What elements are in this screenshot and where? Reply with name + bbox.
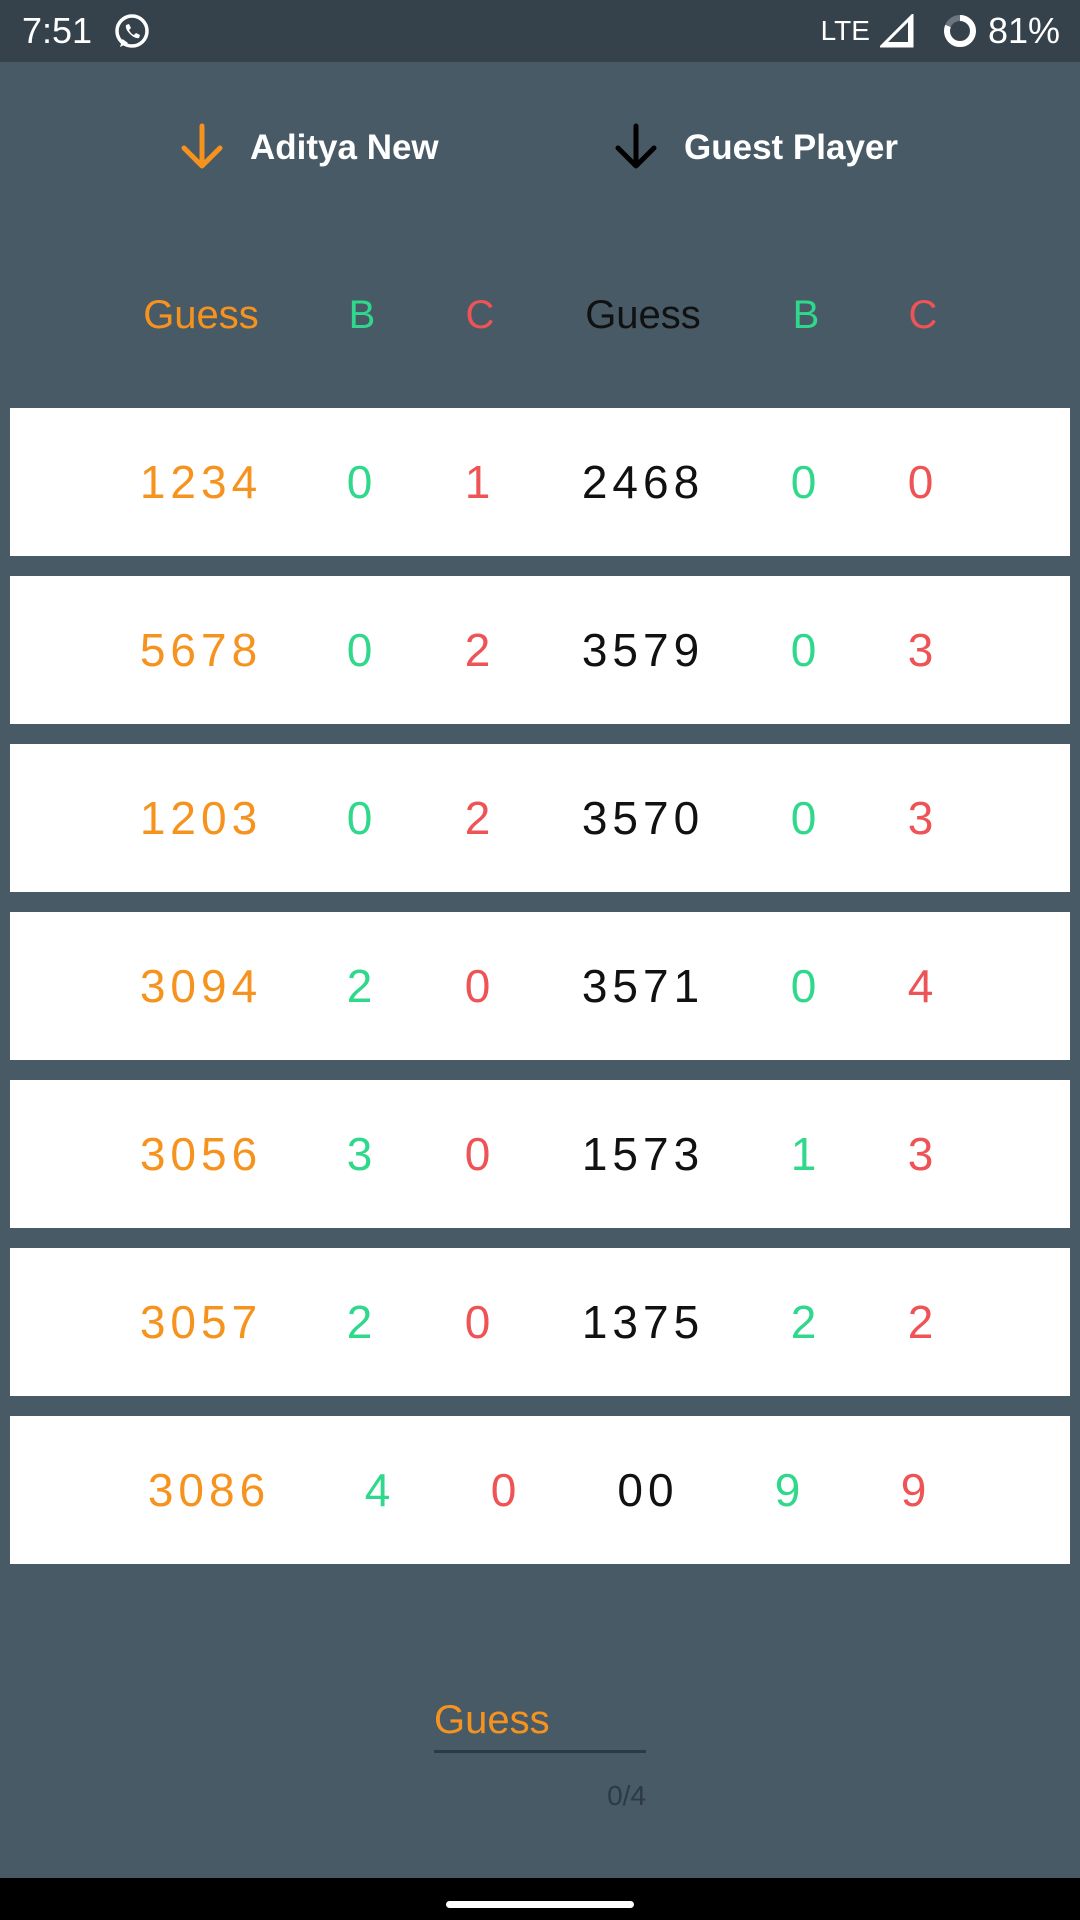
player-header-1: Aditya New — [176, 120, 439, 176]
player-1-name: Aditya New — [250, 128, 439, 167]
navigation-bar — [0, 1878, 1080, 1920]
player-1-cows: 0 — [464, 1128, 496, 1180]
table-row: 3094 2 0 3571 0 4 — [10, 912, 1070, 1060]
battery-icon — [943, 15, 976, 47]
player-1-bulls: 4 — [364, 1464, 396, 1516]
player-1-guess: 1203 — [139, 792, 263, 844]
player-2-guess: 3579 — [581, 624, 705, 676]
player-1-cows: 0 — [490, 1464, 522, 1516]
player-2-bulls: 0 — [790, 624, 822, 676]
player-2-guess: 1573 — [581, 1128, 705, 1180]
status-time: 7:51 — [22, 10, 93, 51]
player-2-guess: 2468 — [581, 456, 705, 508]
guess-char-counter: 0/4 — [607, 1780, 646, 1811]
player-1-cows: 2 — [464, 624, 496, 676]
table-row: 3056 3 0 1573 1 3 — [10, 1080, 1070, 1228]
table-row: 5678 0 2 3579 0 3 — [10, 576, 1070, 724]
player-2-guess: 3570 — [581, 792, 705, 844]
player-2-cows: 2 — [907, 1296, 939, 1348]
player-1-cows: 0 — [464, 1296, 496, 1348]
player-1-bulls: 3 — [346, 1128, 378, 1180]
player-2-name: Guest Player — [684, 128, 898, 167]
player-2-guess: 1375 — [581, 1296, 705, 1348]
header-guess-1: Guess — [143, 293, 259, 337]
player-2-cows: 3 — [907, 624, 939, 676]
player-1-bulls: 2 — [346, 1296, 378, 1348]
player-2-bulls: 1 — [790, 1128, 822, 1180]
player-1-bulls: 0 — [346, 792, 378, 844]
player-1-guess: 5678 — [139, 624, 263, 676]
player-1-guess: 3057 — [139, 1296, 263, 1348]
column-headers: Guess B C Guess B C — [0, 290, 1080, 340]
player-1-guess: 1234 — [139, 456, 263, 508]
header-bulls-2: B — [792, 293, 820, 337]
table-row: 3086 4 0 00 9 9 — [10, 1416, 1070, 1564]
player-2-cows: 0 — [907, 456, 939, 508]
status-bar: 7:51 LTE 81% — [0, 0, 1080, 62]
header-cows-1: C — [465, 293, 495, 337]
player-2-guess: 3571 — [581, 960, 705, 1012]
player-2-cows: 3 — [907, 792, 939, 844]
player-2-bulls: 0 — [790, 960, 822, 1012]
signal-icon — [879, 14, 914, 48]
player-1-bulls: 0 — [346, 624, 378, 676]
player-2-cows: 3 — [907, 1128, 939, 1180]
whatsapp-icon — [115, 14, 149, 48]
player-2-cows: 9 — [900, 1464, 932, 1516]
player-1-guess: 3086 — [147, 1464, 271, 1516]
player-2-bulls: 9 — [774, 1464, 806, 1516]
header-cows-2: C — [908, 293, 938, 337]
player-2-guess: 00 — [617, 1464, 679, 1516]
table-row: 1203 0 2 3570 0 3 — [10, 744, 1070, 892]
player-1-guess: 3056 — [139, 1128, 263, 1180]
network-type: LTE — [820, 15, 870, 46]
player-1-cows: 0 — [464, 960, 496, 1012]
player-1-cows: 1 — [464, 456, 496, 508]
arrow-down-icon — [181, 123, 223, 169]
battery-level: 81% — [987, 10, 1060, 51]
player-2-bulls: 2 — [790, 1296, 822, 1348]
player-2-cows: 4 — [907, 960, 939, 1012]
header-bulls-1: B — [348, 293, 376, 337]
table-row: 1234 0 1 2468 0 0 — [10, 408, 1070, 556]
status-right: LTE 81% — [821, 10, 1060, 52]
guess-input[interactable] — [434, 1690, 646, 1753]
player-header-2: Guest Player — [610, 120, 898, 176]
player-1-cows: 2 — [464, 792, 496, 844]
arrow-down-icon — [615, 123, 657, 169]
table-row: 3057 2 0 1375 2 2 — [10, 1248, 1070, 1396]
header-guess-2: Guess — [585, 293, 701, 337]
player-1-bulls: 2 — [346, 960, 378, 1012]
guess-input-container: 0/4 — [434, 1690, 646, 1811]
player-1-guess: 3094 — [139, 960, 263, 1012]
player-2-bulls: 0 — [790, 456, 822, 508]
player-2-bulls: 0 — [790, 792, 822, 844]
player-1-bulls: 0 — [346, 456, 378, 508]
home-gesture-handle[interactable] — [446, 1901, 634, 1908]
